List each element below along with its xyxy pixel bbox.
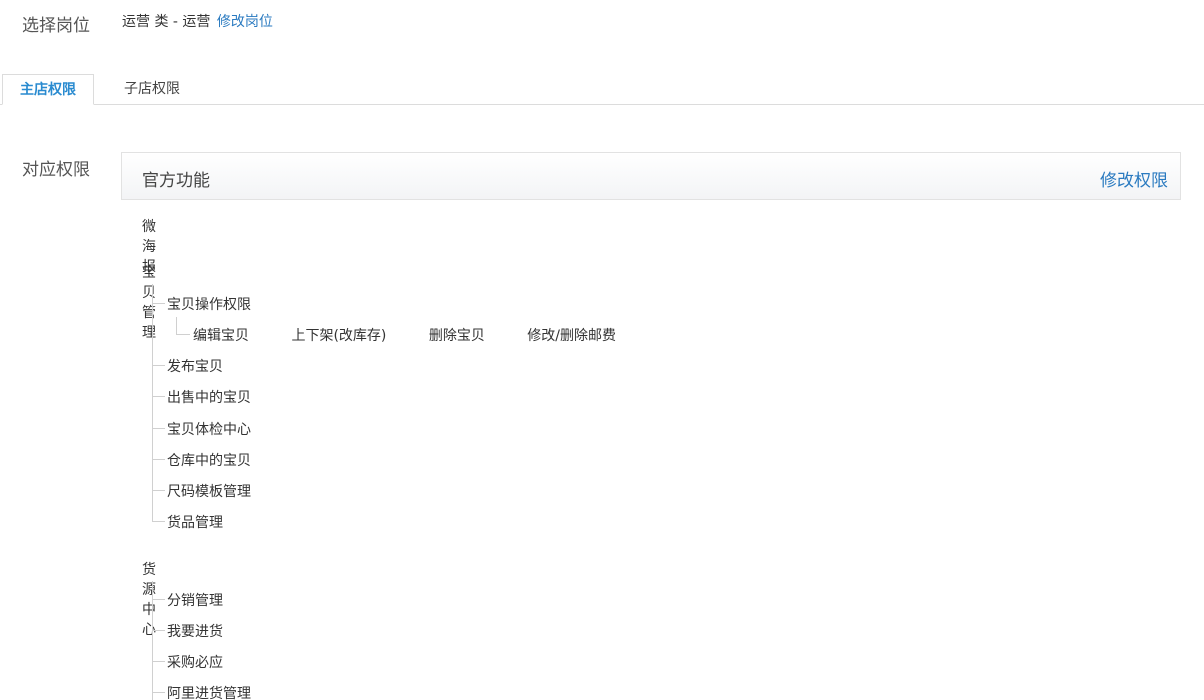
tree-node-label: 阿里进货管理 [167,686,251,700]
position-value: 运营 类 - 运营 [122,14,211,30]
permissions-header: 官方功能 修改权限 [121,152,1181,200]
sub-permission-delete-item: 删除宝贝 [428,328,485,344]
tree-node-label: 仓库中的宝贝 [167,453,251,469]
tab-sub-store-permissions[interactable]: 子店权限 [108,74,196,104]
tree-connector [152,428,165,429]
position-row: 运营 类 - 运营 修改岗位 [122,11,273,31]
sub-permission-list-delist: 上下架(改库存) [291,328,387,344]
group-title-item-management: 宝贝管理 [142,265,156,341]
tree-node-label: 宝贝体检中心 [167,422,251,438]
edit-permissions-link[interactable]: 修改权限 [1100,166,1168,191]
tree-line [152,284,153,522]
tree-node-label: 货品管理 [167,515,223,531]
sub-permission-edit-shipping: 修改/删除邮费 [527,328,617,344]
tree-connector [152,599,165,600]
sub-permission-edit-item: 编辑宝贝 [193,328,249,344]
tree-connector [152,521,165,522]
tree-connector [152,303,165,304]
edit-position-link[interactable]: 修改岗位 [217,14,273,30]
tree-node-label: 我要进货 [167,624,223,640]
tree-connector [152,459,165,460]
tree-connector [152,396,165,397]
tree-connector [176,317,190,335]
permissions-header-title: 官方功能 [142,171,210,191]
tree-node-label: 尺码模板管理 [167,484,251,500]
position-label: 选择岗位 [22,16,90,36]
tree-connector [152,630,165,631]
permissions-label: 对应权限 [22,160,90,180]
sub-permission-list: 编辑宝贝 上下架(改库存) 删除宝贝 修改/删除邮费 [193,325,654,345]
tree-connector [152,692,165,693]
tree-connector [152,490,165,491]
page: 选择岗位 运营 类 - 运营 修改岗位 主店权限 子店权限 对应权限 官方功能 … [0,0,1204,700]
tree-node-label: 发布宝贝 [167,359,223,375]
tab-bar: 主店权限 子店权限 [0,74,1204,105]
tree-node-label: 出售中的宝贝 [167,390,251,406]
tree-connector [152,661,165,662]
tree-node-label: 采购必应 [167,655,223,671]
tree-node-label: 宝贝操作权限 [167,297,251,313]
tree-connector [152,365,165,366]
tree-node-label: 分销管理 [167,593,223,609]
tab-main-store-permissions[interactable]: 主店权限 [2,74,94,105]
